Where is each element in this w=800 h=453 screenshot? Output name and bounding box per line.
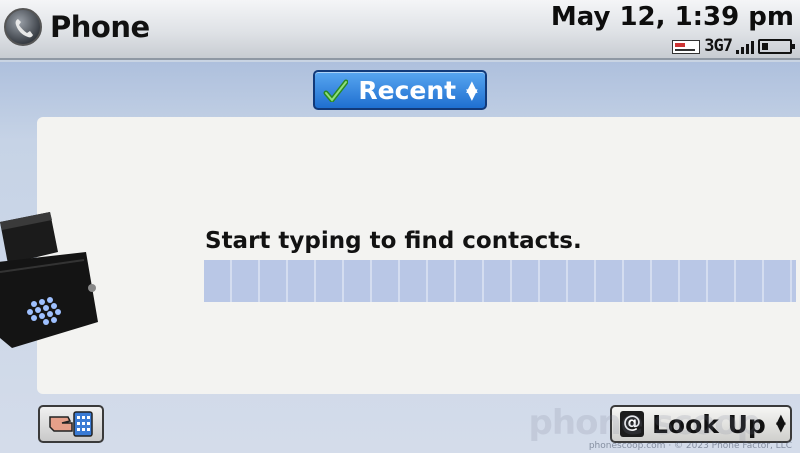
watermark-text: phonescoop.com · © 2023 Phone Factor, LL… <box>588 441 792 451</box>
up-down-arrows-icon: ▲ ▼ <box>466 77 478 103</box>
network-type: 3G7 <box>704 36 733 56</box>
signal-strength-icon <box>736 38 754 54</box>
hand-dialpad-icon <box>49 411 93 437</box>
status-indicators[interactable]: 3G7 <box>672 36 795 56</box>
message-indicator-icon <box>672 40 701 54</box>
battery-icon <box>758 39 795 54</box>
up-down-arrows-icon: ▲ ▼ <box>775 412 786 435</box>
content-area: Recent ▲ ▼ Start typing to find contacts… <box>0 62 800 453</box>
watermark-logo: phone scoop <box>528 403 761 443</box>
contact-search-field[interactable] <box>204 260 796 302</box>
phone-handset-icon[interactable] <box>4 8 42 46</box>
search-panel <box>37 117 800 394</box>
recent-label: Recent <box>358 75 457 105</box>
status-datetime[interactable]: May 12, 1:39 pm <box>551 2 794 32</box>
title-bar: Phone May 12, 1:39 pm 3G7 <box>0 0 800 60</box>
recent-filter-button[interactable]: Recent ▲ ▼ <box>313 70 487 110</box>
device-illustration <box>0 212 98 348</box>
app-title: Phone <box>50 10 150 44</box>
check-handset-icon <box>323 79 349 102</box>
dialpad-button[interactable] <box>38 405 104 443</box>
search-hint: Start typing to find contacts. <box>205 228 582 254</box>
